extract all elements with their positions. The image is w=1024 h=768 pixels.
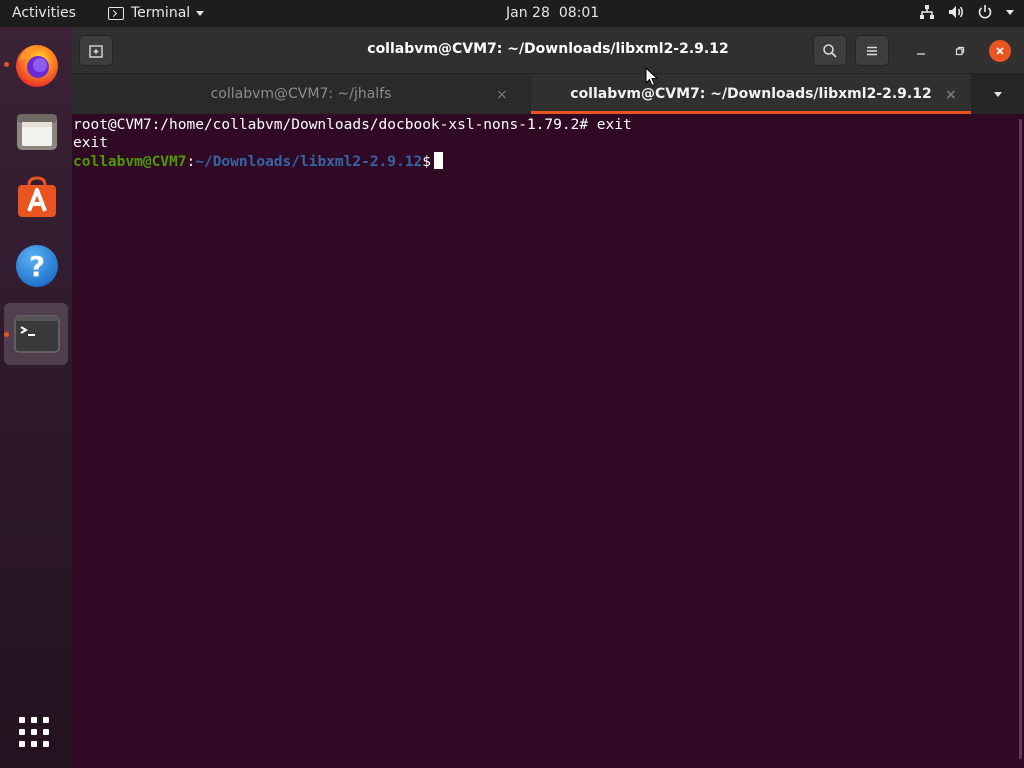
terminal-line: exit (73, 135, 108, 151)
tab-jhalfs[interactable]: collabvm@CVM7: ~/jhalfs × (72, 74, 530, 114)
menu-button[interactable] (855, 35, 889, 66)
tab-libxml2[interactable]: collabvm@CVM7: ~/Downloads/libxml2-2.9.1… (531, 74, 971, 114)
dock-item-help[interactable]: ? (4, 234, 68, 296)
maximize-button[interactable] (949, 40, 971, 62)
close-button[interactable] (989, 40, 1011, 62)
minimize-icon (917, 53, 925, 55)
activities-button[interactable]: Activities (12, 5, 76, 21)
terminal-app-icon (108, 7, 124, 20)
close-icon (996, 47, 1004, 55)
software-store-icon (18, 176, 56, 217)
terminal-prompt-line: collabvm@CVM7:~/Downloads/libxml2-2.9.12… (73, 152, 1024, 171)
window-headerbar[interactable]: collabvm@CVM7: ~/Downloads/libxml2-2.9.1… (72, 27, 1024, 74)
minimize-button[interactable] (910, 40, 932, 62)
running-indicator (4, 62, 9, 67)
search-icon (823, 43, 837, 58)
chevron-down-icon (1006, 10, 1014, 15)
dock-item-terminal[interactable] (4, 303, 68, 365)
restore-icon (955, 46, 965, 56)
terminal-line: root@CVM7:/home/collabvm/Downloads/docbo… (73, 117, 632, 133)
search-button[interactable] (813, 35, 847, 66)
dock: ? (0, 27, 72, 768)
power-icon (977, 4, 993, 20)
show-applications-button[interactable] (19, 717, 53, 751)
chevron-down-icon (196, 11, 205, 16)
network-icon (919, 4, 935, 20)
app-grid-icon (19, 717, 25, 723)
text-cursor (433, 152, 443, 169)
top-panel: Activities Terminal Jan 28 08:01 (0, 0, 1024, 27)
prompt-path: ~/Downloads/libxml2-2.9.12 (195, 154, 423, 170)
help-icon: ? (16, 245, 58, 287)
tab-bar: collabvm@CVM7: ~/jhalfs × collabvm@CVM7:… (72, 74, 1024, 114)
tab-close-icon[interactable]: × (496, 87, 508, 103)
system-tray[interactable] (919, 4, 1014, 20)
dock-item-files[interactable] (4, 100, 68, 162)
tab-label: collabvm@CVM7: ~/Downloads/libxml2-2.9.1… (570, 86, 932, 102)
svg-text:?: ? (29, 250, 45, 283)
firefox-icon (16, 45, 58, 87)
tab-label: collabvm@CVM7: ~/jhalfs (210, 86, 392, 102)
app-menu[interactable]: Terminal (108, 5, 205, 21)
prompt-separator: : (186, 154, 196, 170)
chevron-down-icon (993, 91, 1002, 97)
tab-close-icon[interactable]: × (945, 87, 957, 103)
date-label: Jan 28 (506, 5, 550, 21)
scrollbar[interactable] (1019, 119, 1022, 759)
dock-item-ubuntu-software[interactable] (4, 166, 68, 228)
terminal-window: collabvm@CVM7: ~/Downloads/libxml2-2.9.1… (72, 27, 1024, 768)
running-indicator (4, 332, 9, 337)
hamburger-menu-icon (867, 46, 877, 55)
terminal-output[interactable]: root@CVM7:/home/collabvm/Downloads/docbo… (72, 114, 1024, 768)
clock[interactable]: Jan 28 08:01 (506, 5, 599, 21)
dock-item-firefox[interactable] (4, 34, 68, 96)
prompt-symbol: $ (422, 154, 431, 170)
files-icon (17, 114, 57, 150)
app-menu-label: Terminal (131, 5, 191, 21)
prompt-user: collabvm@CVM7 (73, 154, 187, 170)
tab-list-button[interactable] (971, 74, 1024, 114)
mouse-pointer-icon (645, 67, 659, 87)
terminal-icon (14, 315, 60, 353)
time-label: 08:01 (558, 5, 600, 21)
volume-icon (948, 4, 964, 20)
